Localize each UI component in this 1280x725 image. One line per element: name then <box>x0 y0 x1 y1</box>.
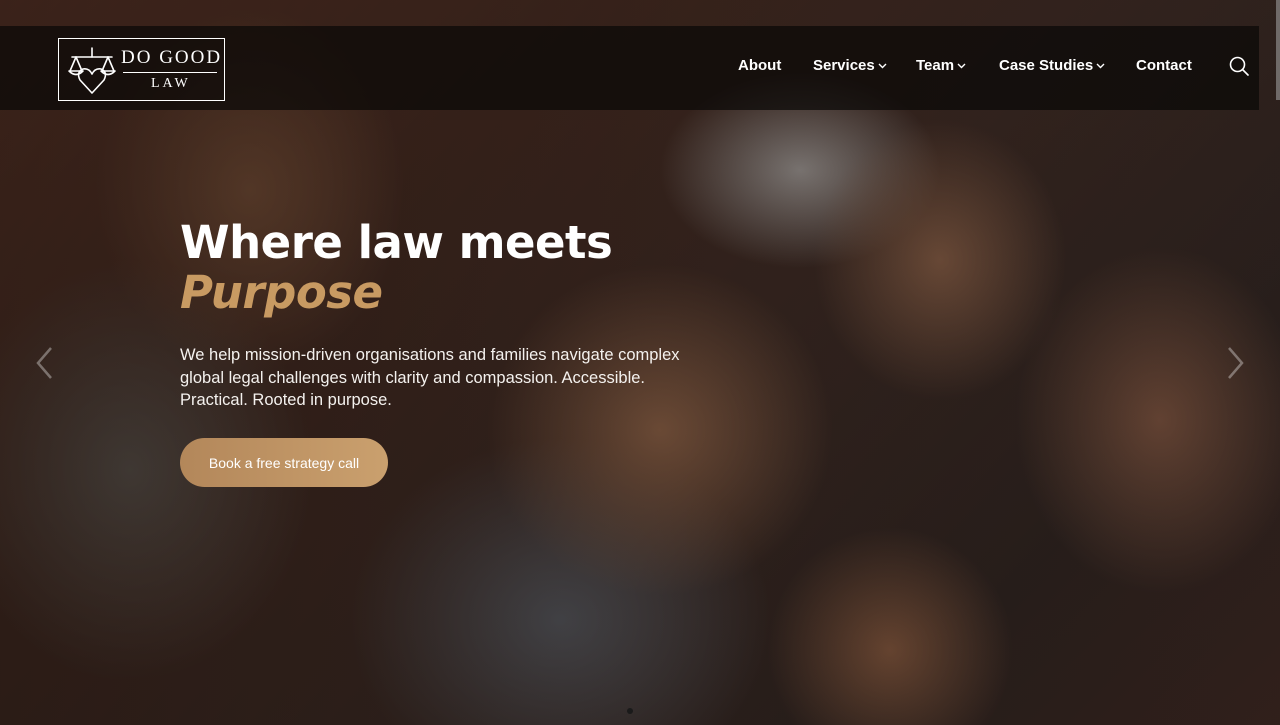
nav-services[interactable]: Services <box>813 57 887 74</box>
nav-about[interactable]: About <box>738 57 781 74</box>
chevron-down-icon <box>1096 63 1105 68</box>
logo-text-primary: DO GOOD <box>121 47 223 68</box>
chevron-down-icon <box>957 63 966 68</box>
chevron-left-icon <box>36 347 52 379</box>
hero-headline: Where law meets <box>180 216 613 269</box>
search-button[interactable] <box>1229 56 1249 81</box>
logo-text-secondary: LAW <box>151 76 191 91</box>
nav-about-label: About <box>738 57 782 74</box>
nav-team[interactable]: Team <box>916 57 966 74</box>
slider-prev-button[interactable] <box>34 346 54 385</box>
nav-case-studies[interactable]: Case Studies <box>999 57 1105 74</box>
page-scrollbar[interactable] <box>1276 0 1280 100</box>
scales-heart-icon <box>68 47 116 94</box>
site-header: DO GOOD LAW About Services Team Case Stu… <box>0 26 1259 110</box>
chevron-down-icon <box>878 63 887 68</box>
search-icon <box>1229 56 1249 76</box>
nav-contact[interactable]: Contact <box>1136 57 1192 74</box>
book-strategy-call-button[interactable]: Book a free strategy call <box>180 438 388 487</box>
slider-dot[interactable] <box>627 708 633 714</box>
nav-services-label: Services <box>813 57 875 74</box>
hero-lead-text: We help mission-driven organisations and… <box>180 346 680 409</box>
chevron-right-icon <box>1228 347 1244 379</box>
nav-contact-label: Contact <box>1136 57 1192 74</box>
logo-divider <box>123 72 217 73</box>
site-logo[interactable]: DO GOOD LAW <box>58 38 225 101</box>
nav-case-studies-label: Case Studies <box>999 57 1094 74</box>
slider-next-button[interactable] <box>1226 346 1246 385</box>
nav-team-label: Team <box>916 57 955 74</box>
hero-headline-accent: Purpose <box>180 266 383 319</box>
